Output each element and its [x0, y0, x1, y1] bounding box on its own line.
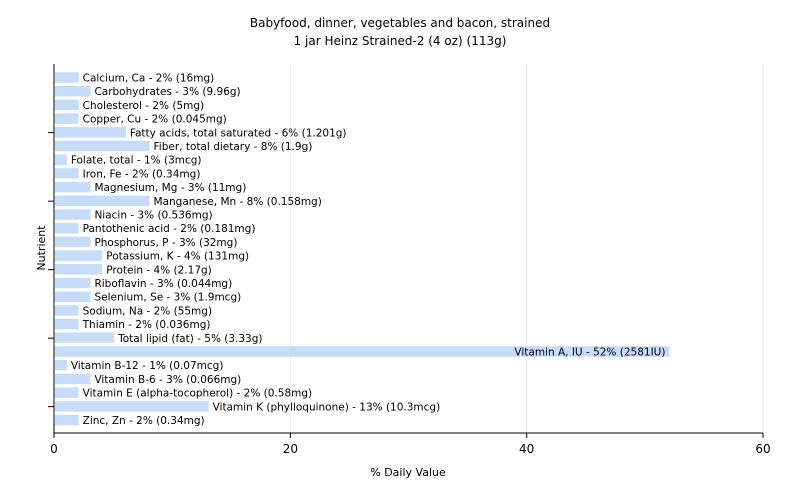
gridlines — [289, 64, 764, 433]
bar — [55, 359, 67, 371]
bar — [55, 168, 79, 179]
bar-label: Zinc, Zn - 2% (0.34mg) — [83, 415, 205, 427]
x-axis-label: % Daily Value — [370, 466, 446, 479]
bar — [55, 250, 103, 261]
bar — [55, 72, 79, 83]
bar — [55, 305, 79, 316]
bar — [55, 373, 91, 385]
bar-label: Vitamin A, IU - 52% (2581IU) — [514, 347, 665, 359]
bar-label: Total lipid (fat) - 5% (3.33g) — [117, 333, 262, 345]
bar — [55, 209, 91, 220]
bar — [55, 264, 103, 275]
bar-label: Vitamin B-12 - 1% (0.07mcg) — [71, 360, 224, 372]
bar-label: Manganese, Mn - 8% (0.158mg) — [154, 196, 322, 208]
x-tick-label: 20 — [283, 442, 298, 456]
bar-label: Magnesium, Mg - 3% (11mg) — [94, 182, 246, 194]
bar-label: Potassium, K - 4% (131mg) — [106, 251, 249, 263]
bar — [55, 332, 115, 344]
bar-label: Cholesterol - 2% (5mg) — [83, 100, 205, 112]
bar — [55, 414, 79, 426]
bar-label: Sodium, Na - 2% (55mg) — [83, 305, 212, 317]
bar-label: Riboflavin - 3% (0.044mg) — [94, 278, 232, 290]
x-tick-label: 0 — [50, 442, 58, 456]
bar — [55, 387, 79, 398]
bars: Calcium, Ca - 2% (16mg)Carbohydrates - 3… — [55, 72, 670, 427]
bar — [55, 140, 150, 152]
bar — [55, 222, 79, 234]
bar-label: Pantothenic acid - 2% (0.181mg) — [83, 223, 256, 235]
chart-subtitle: 1 jar Heinz Strained-2 (4 oz) (113g) — [294, 34, 507, 48]
bar — [55, 154, 67, 165]
bar-label: Vitamin E (alpha-tocopherol) - 2% (0.58m… — [83, 388, 313, 400]
bar-label: Phosphorus, P - 3% (32mg) — [94, 237, 237, 249]
x-tick-label: 60 — [755, 442, 770, 456]
chart-title: Babyfood, dinner, vegetables and bacon, … — [250, 16, 550, 30]
bar — [55, 318, 79, 330]
bar-label: Folate, total - 1% (3mcg) — [71, 155, 202, 167]
bar-label: Protein - 4% (2.17g) — [106, 264, 212, 276]
x-ticks: 0 20 40 60 — [50, 433, 771, 456]
bar — [55, 277, 91, 289]
bar-label: Selenium, Se - 3% (1.9mcg) — [94, 292, 241, 304]
bar-label: Vitamin K (phylloquinone) - 13% (10.3mcg… — [213, 401, 441, 413]
bar-label: Thiamin - 2% (0.036mg) — [82, 319, 211, 331]
bar — [55, 85, 91, 97]
bar-chart: Babyfood, dinner, vegetables and bacon, … — [35, 16, 771, 479]
bar — [55, 236, 91, 248]
bar — [55, 113, 79, 124]
x-tick-label: 40 — [519, 442, 534, 456]
bar-label: Niacin - 3% (0.536mg) — [94, 210, 212, 222]
bar-label: Carbohydrates - 3% (9.96g) — [94, 86, 240, 98]
bar — [55, 181, 91, 193]
bar-label: Iron, Fe - 2% (0.34mg) — [83, 168, 201, 180]
bar-label: Vitamin B-6 - 3% (0.066mg) — [94, 374, 241, 386]
bar — [55, 291, 91, 302]
bar-label: Fatty acids, total saturated - 6% (1.201… — [130, 127, 347, 139]
bar-label: Fiber, total dietary - 8% (1.9g) — [154, 141, 313, 153]
bar-label: Calcium, Ca - 2% (16mg) — [83, 73, 215, 85]
bar-label: Copper, Cu - 2% (0.045mg) — [83, 114, 227, 126]
bar — [55, 127, 126, 138]
y-axis-label: Nutrient — [35, 225, 48, 271]
bar — [55, 99, 79, 111]
bar — [55, 401, 209, 412]
bar — [55, 195, 150, 207]
